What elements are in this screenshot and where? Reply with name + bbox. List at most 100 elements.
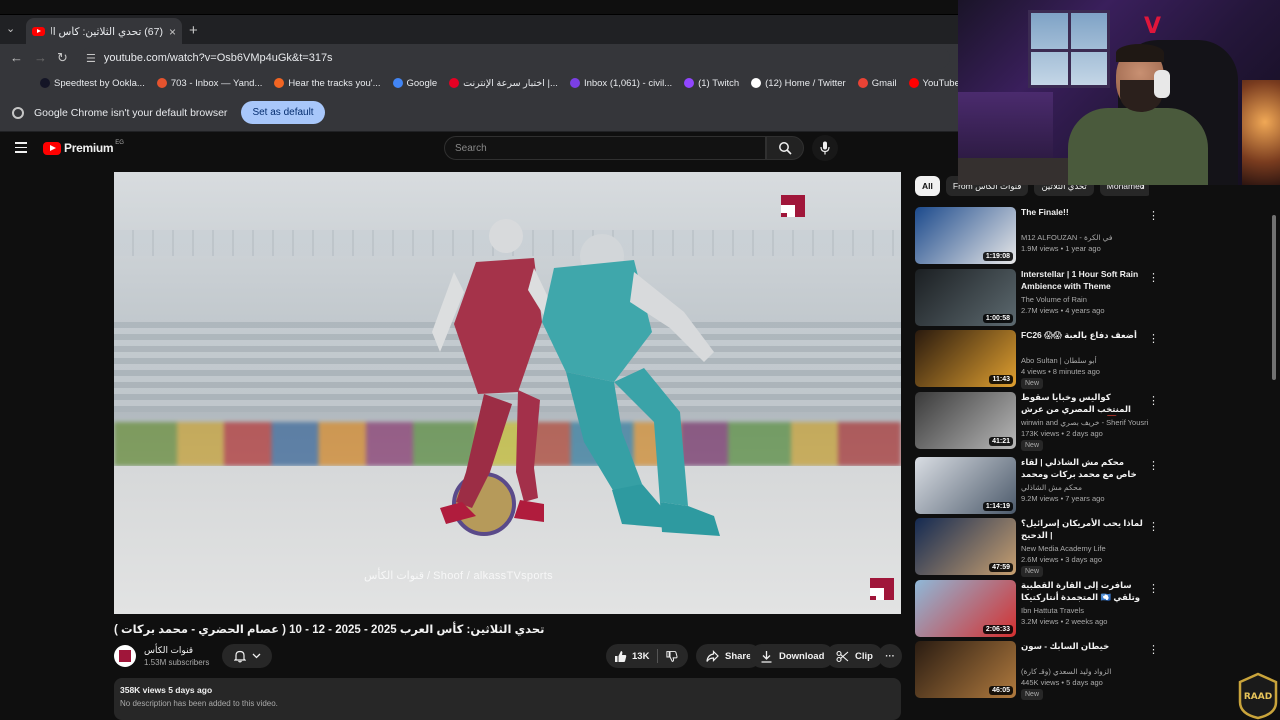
recommendation-title[interactable]: كواليس وخبايا سقوط المنتخب المصري من عرش…	[1021, 392, 1145, 416]
bookmark-item[interactable]: Google	[392, 77, 438, 89]
tab-close-icon[interactable]: ×	[169, 25, 176, 39]
recommendation-title[interactable]: The Finale!!	[1021, 207, 1145, 219]
like-count: 13K	[632, 650, 650, 662]
tab-list-button[interactable]: ⌄	[6, 22, 15, 35]
recommendation-item[interactable]: 1:14:19 محكم مش الشاذلي | لقاء خاص مع محم…	[915, 457, 1160, 515]
video-duration: 1:14:19	[982, 502, 1013, 511]
menu-icon[interactable]	[15, 142, 27, 156]
bookmark-item[interactable]: (12) Home / Twitter	[751, 78, 846, 89]
recommendation-channel[interactable]: الزواد وليد السعدي (وقـ كارة)	[1021, 667, 1151, 676]
recommendation-thumbnail[interactable]: 47:59	[915, 518, 1016, 575]
recommendation-item[interactable]: 1:00:58 Interstellar | 1 Hour Soft Rain A…	[915, 269, 1160, 327]
webcam-window	[1028, 10, 1110, 88]
bookmark-item[interactable]: 703 - Inbox — Yand...	[156, 78, 262, 89]
video-watermark: قنوات الكأس / Shoof / alkassTVsports	[364, 570, 553, 582]
video-player[interactable]: قنوات الكأس / Shoof / alkassTVsports	[114, 172, 901, 614]
badge-text: RAAD	[1244, 692, 1272, 702]
bell-icon	[233, 650, 246, 662]
site-info-icon[interactable]: ☰	[86, 52, 96, 65]
recommendations-column: All From قنوات الكأس تحدي الثلاثين Mohamed …	[915, 172, 1160, 720]
notifications-button[interactable]	[222, 644, 272, 668]
bookmark-item[interactable]: اختبار سرعة الإنترنت |...	[449, 78, 558, 89]
page-scrollbar[interactable]	[1272, 215, 1276, 380]
recommendation-title[interactable]: سافرت إلى القارة القطبية المتجمدة أنتارك…	[1021, 580, 1145, 604]
more-options-icon[interactable]: ⋮	[1148, 520, 1159, 533]
recommendation-channel[interactable]: winwin and خريف بصري - Sherif Yousri	[1021, 418, 1151, 427]
recommendation-thumbnail[interactable]: 1:14:19	[915, 457, 1016, 514]
filter-chip[interactable]: All	[915, 176, 940, 196]
channel-avatar[interactable]	[114, 645, 136, 667]
bookmark-item[interactable]: Gmail	[857, 77, 897, 89]
thumbs-down-icon[interactable]	[666, 650, 678, 663]
recommendation-title[interactable]: خيطان السابك - سون	[1021, 641, 1145, 653]
recommendation-channel[interactable]: Abo Sultan | أبو سلطان	[1021, 356, 1151, 365]
more-actions-button[interactable]: ···	[878, 644, 902, 668]
recommendation-thumbnail[interactable]: 2:06:33	[915, 580, 1016, 637]
address-bar[interactable]: ☰ youtube.com/watch?v=Osb6VMp4uGk&t=317s	[80, 47, 950, 69]
more-options-icon[interactable]: ⋮	[1148, 394, 1159, 407]
search-icon	[779, 142, 792, 155]
recommendation-channel[interactable]: The Volume of Rain	[1021, 295, 1151, 304]
recommendation-title[interactable]: Interstellar | 1 Hour Soft Rain Ambience…	[1021, 269, 1145, 292]
channel-name[interactable]: قنوات الكأس	[144, 645, 193, 656]
video-owner-row: قنوات الكأس 1.53M subscribers 13K Share …	[114, 644, 902, 670]
bookmark-item[interactable]: Hear the tracks you'...	[274, 78, 381, 89]
new-badge: New	[1021, 689, 1044, 700]
description-box[interactable]: 358K views 5 days ago No description has…	[114, 678, 901, 720]
recommendation-title[interactable]: لماذا يحب الأمريكان إسرائيل؟ | الدحيح	[1021, 518, 1145, 541]
back-icon[interactable]: ←	[10, 50, 23, 65]
more-options-icon[interactable]: ⋮	[1148, 332, 1159, 345]
headset-icon	[1154, 70, 1170, 98]
chevron-down-icon	[252, 653, 260, 659]
video-duration: 1:19:08	[982, 252, 1013, 261]
new-tab-button[interactable]: +	[189, 22, 198, 39]
bookmark-item[interactable]: YouTube	[908, 78, 958, 89]
recommendation-channel[interactable]: M12 ALFOUZAN - في الكرة	[1021, 233, 1151, 242]
search-button[interactable]	[766, 136, 804, 160]
logo-text: Premium	[64, 141, 114, 155]
set-as-default-button[interactable]: Set as default	[241, 101, 325, 124]
more-options-icon[interactable]: ⋮	[1148, 271, 1159, 284]
recommendation-channel[interactable]: محكم مش الشاذلي	[1021, 483, 1151, 492]
bookmark-item[interactable]: Inbox (1,061) - civil...	[569, 78, 672, 89]
more-options-icon[interactable]: ⋮	[1148, 459, 1159, 472]
recommendation-meta: 4 views • 8 minutes ago	[1021, 367, 1100, 376]
bookmark-item[interactable]: (1) Twitch	[684, 78, 739, 89]
voice-search-button[interactable]	[812, 135, 838, 161]
recommendation-title[interactable]: محكم مش الشاذلي | لقاء خاص مع محمد بركات…	[1021, 457, 1145, 481]
tab-title: (67) تحدي الثلاثين: كأس العرب 25	[51, 25, 163, 38]
chrome-icon	[12, 106, 24, 119]
more-options-icon[interactable]: ⋮	[1148, 643, 1159, 656]
active-tab[interactable]: (67) تحدي الثلاثين: كأس العرب 25 ×	[26, 18, 182, 45]
youtube-premium-logo[interactable]: Premium EG	[43, 140, 124, 155]
recommendation-channel[interactable]: New Media Academy Life	[1021, 544, 1151, 553]
more-options-icon[interactable]: ⋮	[1148, 582, 1159, 595]
recommendation-channel[interactable]: Ibn Hattuta Travels	[1021, 606, 1151, 615]
recommendation-item[interactable]: 11:43 FC26 😱😱 أضعف دفاع بالعبة Abo Sultan …	[915, 330, 1160, 389]
recommendation-item[interactable]: 1:19:08 The Finale!! M12 ALFOUZAN - في الك…	[915, 207, 1160, 265]
recommendation-item[interactable]: 2:06:33 سافرت إلى القارة القطبية المتجمدة…	[915, 580, 1160, 638]
bookmark-label: Google	[406, 77, 438, 89]
recommendation-thumbnail[interactable]: 11:43	[915, 330, 1016, 387]
recommendation-title[interactable]: FC26 😱😱 أضعف دفاع بالعبة	[1021, 330, 1145, 342]
bookmark-label: (12) Home / Twitter	[765, 77, 846, 89]
recommendation-thumbnail[interactable]: 41:21	[915, 392, 1016, 449]
reload-icon[interactable]: ↻	[57, 50, 68, 66]
recommendation-item[interactable]: 46:05 خيطان السابك - سون الزواد وليد السعد…	[915, 641, 1160, 700]
bookmark-label: Gmail	[871, 77, 897, 89]
recommendation-item[interactable]: 47:59 لماذا يحب الأمريكان إسرائيل؟ | الدح…	[915, 518, 1160, 577]
infobar-message: Google Chrome isn't your default browser	[34, 106, 228, 119]
video-duration: 47:59	[989, 563, 1013, 572]
recommendation-thumbnail[interactable]: 1:19:08	[915, 207, 1016, 264]
recommendation-thumbnail[interactable]: 1:00:58	[915, 269, 1016, 326]
recommendation-item[interactable]: 41:21 كواليس وخبايا سقوط المنتخب المصري م…	[915, 392, 1160, 451]
like-button[interactable]: 13K	[614, 650, 649, 663]
bookmark-item[interactable]: Speedtest by Ookla...	[40, 78, 145, 89]
bookmark-label: اختبار سرعة الإنترنت |...	[463, 77, 558, 89]
search-input[interactable]: Search	[444, 136, 766, 160]
forward-icon[interactable]: →	[34, 50, 47, 65]
more-options-icon[interactable]: ⋮	[1148, 209, 1159, 222]
clip-button[interactable]: Clip	[826, 644, 883, 668]
recommendation-thumbnail[interactable]: 46:05	[915, 641, 1016, 698]
download-button[interactable]: Download	[750, 644, 835, 668]
